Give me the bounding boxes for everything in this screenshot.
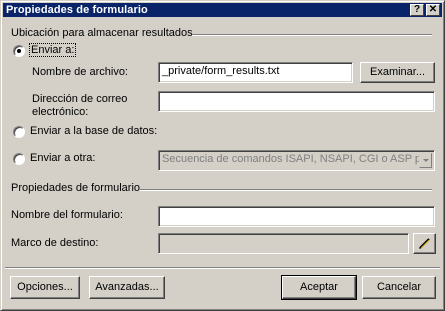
email-label-line1: Dirección de correo [32, 93, 128, 105]
send-to-database-radio[interactable] [13, 126, 25, 138]
script-type-select: Secuencia de comandos ISAPI, NSAPI, CGI … [158, 150, 435, 171]
form-properties-dialog: Propiedades de formulario ? ✕ Ubicación … [0, 0, 445, 311]
send-to-other-radio[interactable] [13, 153, 25, 165]
close-icon: ✕ [428, 4, 438, 15]
file-name-input[interactable]: _private/form_results.txt [158, 62, 353, 83]
email-input[interactable] [158, 91, 435, 112]
help-button[interactable]: ? [410, 4, 424, 16]
send-to-label[interactable]: Enviar a: [28, 43, 77, 57]
browse-button[interactable]: Examinar... [360, 62, 435, 83]
file-name-label: Nombre de archivo: [32, 66, 128, 78]
footer-separator [5, 267, 440, 269]
storage-group-separator [192, 34, 432, 36]
script-type-select-value: Secuencia de comandos ISAPI, NSAPI, CGI … [162, 153, 428, 165]
target-frame-input [158, 233, 409, 254]
close-button[interactable]: ✕ [426, 4, 440, 16]
pencil-icon [417, 236, 432, 251]
form-name-label: Nombre del formulario: [11, 209, 123, 221]
send-to-radio[interactable] [13, 45, 25, 57]
email-label-line2: electrónico: [32, 106, 89, 118]
form-name-input[interactable] [158, 206, 435, 227]
dialog-title: Propiedades de formulario [6, 4, 148, 16]
ok-button[interactable]: Aceptar [281, 275, 357, 300]
form-properties-group-title: Propiedades de formulario [11, 182, 141, 194]
advanced-button[interactable]: Avanzadas... [89, 276, 165, 299]
send-to-other-label[interactable]: Enviar a otra: [30, 152, 95, 165]
storage-group-title: Ubicación para almacenar resultados [11, 27, 193, 39]
send-to-database-label[interactable]: Enviar a la base de datos: [30, 125, 157, 138]
form-properties-separator [140, 189, 432, 191]
target-frame-label: Marco de destino: [11, 237, 99, 249]
title-bar: Propiedades de formulario ? ✕ [3, 3, 442, 17]
edit-target-frame-button[interactable] [413, 233, 436, 254]
cancel-button[interactable]: Cancelar [362, 276, 436, 299]
options-button[interactable]: Opciones... [10, 276, 80, 299]
chevron-down-icon [419, 153, 432, 168]
